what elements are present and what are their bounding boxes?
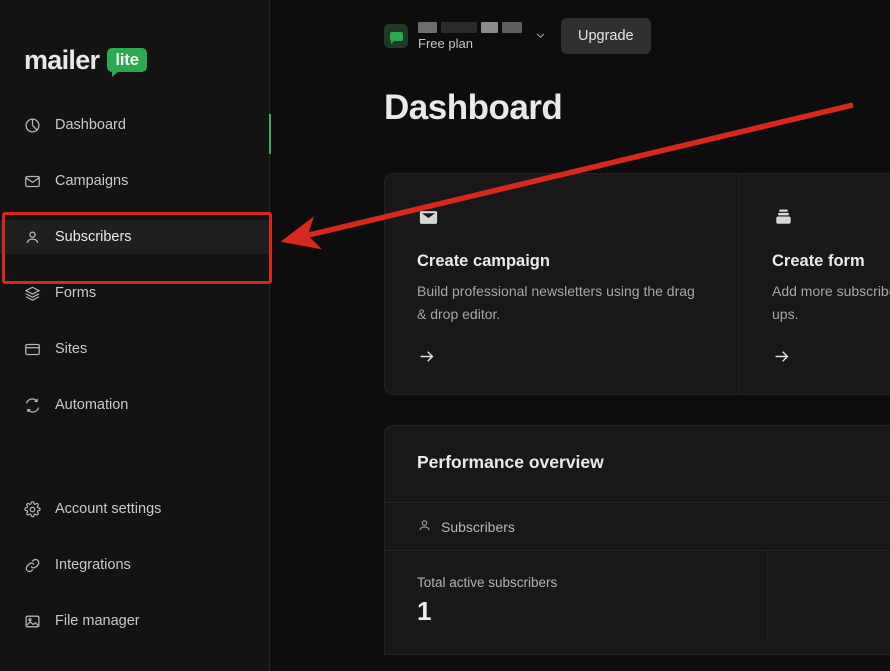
main-content: Free plan Upgrade Dashboard Create campa… xyxy=(270,0,890,671)
plan-label: Free plan xyxy=(418,36,522,51)
sidebar-item-campaigns[interactable]: Campaigns xyxy=(0,164,269,198)
logo-text-lite: lite xyxy=(107,48,146,73)
sidebar-item-forms[interactable]: Forms xyxy=(0,276,269,310)
sidebar-item-label: Subscribers xyxy=(55,229,132,245)
gear-icon xyxy=(22,499,42,519)
tab-label: Subscribers xyxy=(441,519,515,535)
performance-stats: Total active subscribers 1 xyxy=(385,550,890,642)
sidebar-nav-primary: Dashboard Campaigns Subscribers xyxy=(0,86,269,638)
sidebar-item-label: Forms xyxy=(55,285,96,301)
sidebar-item-file-manager[interactable]: File manager xyxy=(0,604,269,638)
envelope-open-icon xyxy=(417,206,709,232)
sidebar-item-integrations[interactable]: Integrations xyxy=(0,548,269,582)
sidebar-item-account-settings[interactable]: Account settings xyxy=(0,492,269,526)
inbox-icon xyxy=(772,206,890,232)
performance-heading: Performance overview xyxy=(385,426,890,502)
active-nav-indicator xyxy=(269,114,271,154)
tab-subscribers[interactable]: Subscribers xyxy=(385,503,515,550)
account-info: Free plan xyxy=(418,22,522,51)
image-icon xyxy=(22,611,42,631)
sidebar-item-label: Account settings xyxy=(55,501,161,517)
stat-label: Total active subscribers xyxy=(417,575,767,590)
performance-overview-panel: Performance overview Subscribers Total a… xyxy=(384,425,890,655)
layers-icon xyxy=(22,283,42,303)
account-switcher[interactable]: Free plan xyxy=(384,22,547,51)
logo-text-mailer: mailer xyxy=(24,45,99,76)
person-icon xyxy=(22,227,42,247)
card-description: Build professional newsletters using the… xyxy=(417,280,702,325)
brand-logo[interactable]: mailer lite xyxy=(0,0,269,86)
card-title: Create campaign xyxy=(417,252,709,271)
arrow-right-icon[interactable] xyxy=(772,347,890,372)
sidebar-item-subscribers[interactable]: Subscribers xyxy=(0,220,269,254)
card-icon xyxy=(22,339,42,359)
sidebar-item-label: File manager xyxy=(55,613,140,629)
stat-total-active-subscribers: Total active subscribers 1 xyxy=(385,551,767,642)
upgrade-button[interactable]: Upgrade xyxy=(561,18,651,54)
pie-chart-icon xyxy=(22,115,42,135)
top-bar: Free plan Upgrade xyxy=(270,0,890,72)
sidebar-divider-gap xyxy=(0,444,269,492)
sidebar-item-sites[interactable]: Sites xyxy=(0,332,269,366)
envelope-icon xyxy=(22,171,42,191)
sidebar-item-label: Automation xyxy=(55,397,128,413)
card-title: Create form xyxy=(772,252,890,271)
app-root: mailer lite Dashboard Campaigns xyxy=(0,0,890,671)
speech-bubble-icon xyxy=(384,24,408,48)
performance-tabs: Subscribers xyxy=(385,502,890,550)
sidebar-item-dashboard[interactable]: Dashboard xyxy=(0,108,269,142)
person-icon xyxy=(417,518,432,536)
sidebar-item-label: Dashboard xyxy=(55,117,126,133)
quick-action-cards: Create campaign Build professional newsl… xyxy=(384,173,890,395)
account-name-redacted xyxy=(418,22,522,33)
chevron-down-icon[interactable] xyxy=(534,29,547,45)
card-description: Add more subscribers with forms and pop-… xyxy=(772,280,890,325)
stat-value: 1 xyxy=(417,596,767,627)
card-create-campaign[interactable]: Create campaign Build professional newsl… xyxy=(385,174,739,394)
sidebar: mailer lite Dashboard Campaigns xyxy=(0,0,270,671)
arrow-right-icon[interactable] xyxy=(417,347,709,372)
sidebar-item-label: Campaigns xyxy=(55,173,128,189)
card-create-form[interactable]: Create form Add more subscribers with fo… xyxy=(739,174,890,394)
sidebar-item-automation[interactable]: Automation xyxy=(0,388,269,422)
link-icon xyxy=(22,555,42,575)
sidebar-item-label: Sites xyxy=(55,341,87,357)
page-title: Dashboard xyxy=(270,88,890,128)
stat-secondary-cutoff xyxy=(767,551,890,642)
refresh-icon xyxy=(22,395,42,415)
sidebar-item-label: Integrations xyxy=(55,557,131,573)
